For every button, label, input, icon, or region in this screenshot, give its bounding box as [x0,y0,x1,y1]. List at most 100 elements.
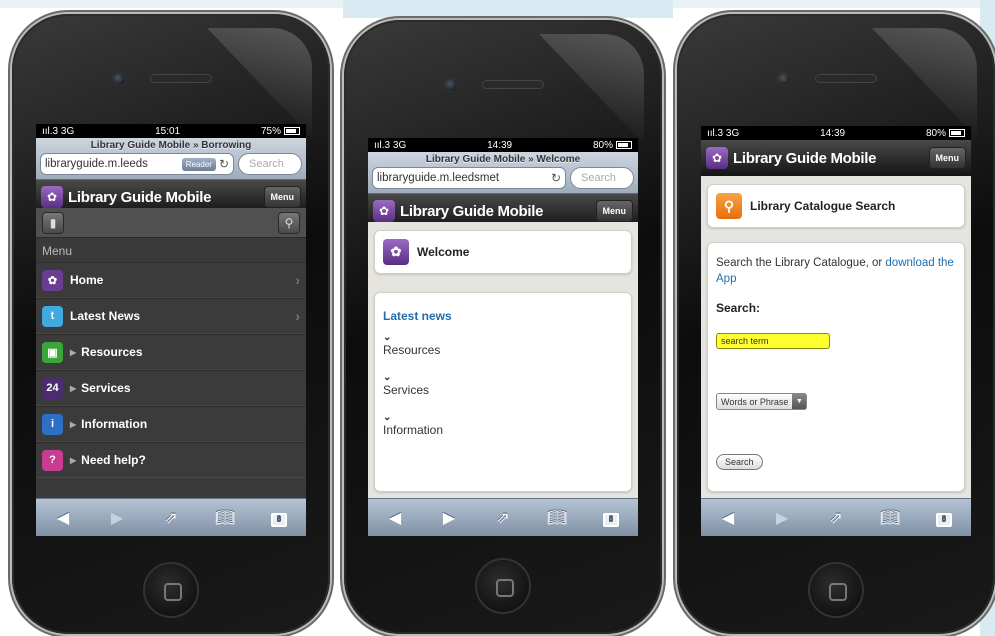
tabs-button[interactable]: 8 [264,509,294,527]
section-list: ⌄ Resources ⌄ Services ⌄ Information [375,329,631,449]
app-header: ✿ Library Guide Mobile Menu [701,140,971,176]
reload-icon[interactable]: ↻ [219,157,229,171]
clock: 14:39 [487,139,513,151]
catalogue-title-card: ⚲ Library Catalogue Search [707,184,965,228]
share-icon[interactable]: ⇗ [156,508,186,528]
reload-icon[interactable]: ↻ [551,171,561,185]
forward-icon[interactable]: ▶ [434,508,464,528]
phone-1: ııl.3 3G 15:01 75% Library Guide Mobile … [12,14,330,634]
signal-indicator: ııl.3 3G [374,139,407,151]
library-flower-logo-icon: ✿ [706,147,728,169]
app-title: Library Guide Mobile [733,149,877,167]
app-title: Library Guide Mobile [68,188,212,206]
battery-indicator: 80% [926,128,965,139]
menu-item[interactable]: ? ▶ Need help? [36,442,306,478]
screen: ııl.3 3G 14:39 80% ✿ Library Guide Mobil… [701,126,971,536]
front-camera [112,72,126,86]
collapsible-section[interactable]: ⌄ Information [375,409,631,449]
section-label: Information [383,423,444,437]
menu-button[interactable]: Menu [595,200,633,222]
twitter-bird-icon: t [42,305,63,327]
menu-button[interactable]: Menu [928,147,966,169]
info-icon: i [42,413,63,435]
menu-item-label: Information [81,417,148,431]
background-band-top [0,0,995,8]
menu-item[interactable]: ✿ Home › [36,262,306,298]
intro-text: Search the Library Catalogue, or downloa… [716,257,954,285]
tabs-count-badge: 8 [936,512,952,527]
battery-indicator: 75% [261,126,300,137]
safari-address-area: Library Guide Mobile » Borrowing library… [36,138,306,180]
earpiece-speaker [150,74,212,83]
battery-indicator: 80% [593,140,632,151]
news-card: Latest news ⌄ Resources ⌄ Services ⌄ Informat… [374,292,632,492]
search-submit-button[interactable]: Search [716,454,763,470]
expand-triangle-icon: ▶ [70,455,77,465]
menu-item-label: Latest News [70,309,141,323]
search-field[interactable]: Search [238,153,302,175]
menu-item[interactable]: 24 ▶ Services [36,370,306,406]
home-button[interactable] [143,562,199,618]
24-seven-icon: 24 [42,377,63,399]
magnifier-icon: ⚲ [716,193,742,219]
menu-item-label: Services [81,381,131,395]
book-icon[interactable]: ▮ [42,211,64,234]
front-camera [444,78,458,92]
bookmarks-icon[interactable]: 📖︎ [542,508,572,528]
clock: 15:01 [155,125,181,137]
home-button[interactable] [808,562,864,618]
collapsible-section[interactable]: ⌄ Services [375,369,631,409]
url-text: libraryguide.m.leeds [45,158,148,170]
menu-item[interactable]: t Latest News › [36,298,306,334]
search-label: Search: [716,301,761,315]
tabs-button[interactable]: 8 [596,509,626,527]
url-field[interactable]: libraryguide.m.leeds Reader ↻ [40,153,234,175]
latest-news-link[interactable]: Latest news [375,293,631,329]
tabs-count-badge: 8 [271,512,287,527]
search-term-input[interactable]: search term [716,333,830,349]
share-icon[interactable]: ⇗ [488,508,518,528]
battery-icon [283,126,300,135]
page-title: Library Guide Mobile » Borrowing [90,140,252,151]
chevron-right-icon: › [295,272,300,288]
welcome-card[interactable]: ✿ Welcome [374,230,632,274]
menu-item[interactable]: ▣ ▶ Resources [36,334,306,370]
expand-triangle-icon: ▶ [70,383,77,393]
battery-icon [948,128,965,137]
search-type-value: Words or Phrase [721,396,789,407]
chevron-down-icon: ⌄ [383,412,392,423]
safari-toolbar: ◀ ▶ ⇗ 📖︎ 8 [36,498,306,536]
forward-icon[interactable]: ▶ [102,508,132,528]
reader-button[interactable]: Reader [181,157,216,171]
home-button[interactable] [475,558,531,614]
menu-button[interactable]: Menu [263,186,301,208]
page-content: ⚲ Library Catalogue Search Search the Li… [701,176,971,498]
earpiece-speaker [815,74,877,83]
bookmarks-icon[interactable]: 📖︎ [210,508,240,528]
chevron-right-icon: › [295,308,300,324]
clock: 14:39 [820,127,846,139]
search-field[interactable]: Search [570,167,634,189]
url-field[interactable]: libraryguide.m.leedsmet ↻ [372,167,566,189]
back-icon[interactable]: ◀ [48,508,78,528]
section-label: Resources [383,343,441,357]
collapsible-section[interactable]: ⌄ Resources [375,329,631,369]
menu-item[interactable]: i ▶ Information [36,406,306,442]
tabs-button[interactable]: 8 [929,509,959,527]
screen: ııl.3 3G 14:39 80% Library Guide Mobile … [368,138,638,536]
menu-item-label: Need help? [81,453,146,467]
forward-icon[interactable]: ▶ [767,508,797,528]
safari-toolbar: ◀ ▶ ⇗ 📖︎ 8 [368,498,638,536]
chevron-down-icon: ⌄ [383,372,392,383]
search-type-select[interactable]: Words or Phrase ▼ [716,393,808,410]
back-icon[interactable]: ◀ [713,508,743,528]
safari-toolbar: ◀ ▶ ⇗ 📖︎ 8 [701,498,971,536]
search-icon[interactable]: ⚲ [278,211,300,234]
share-icon[interactable]: ⇗ [821,508,851,528]
battery-icon [615,140,632,149]
front-camera [777,72,791,86]
phone-2: ııl.3 3G 14:39 80% Library Guide Mobile … [344,20,662,634]
back-icon[interactable]: ◀ [380,508,410,528]
menu-item-label: Resources [81,345,143,359]
bookmarks-icon[interactable]: 📖︎ [875,508,905,528]
